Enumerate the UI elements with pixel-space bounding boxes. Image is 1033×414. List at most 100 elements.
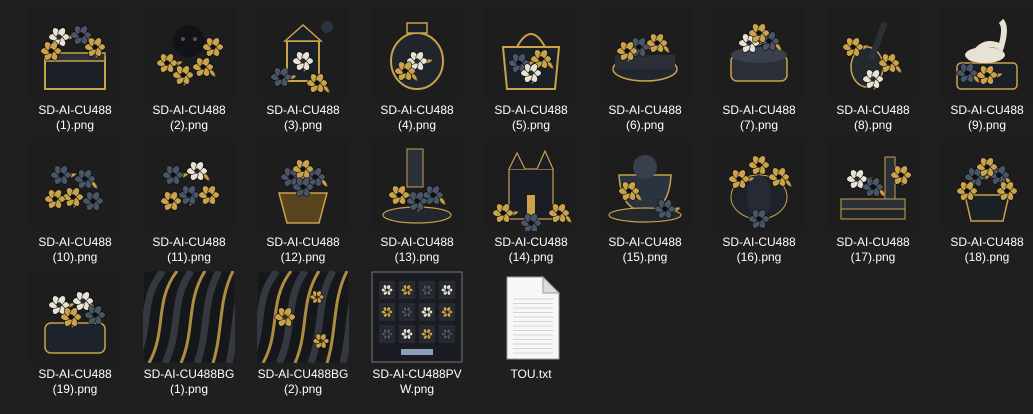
satin-background-floral-icon [257,271,349,363]
file-item[interactable]: SD-AI-CU488 (12).png [246,136,360,268]
file-name: SD-AI-CU488 (3).png [249,103,357,133]
file-item[interactable]: SD-AI-CU488 (17).png [816,136,930,268]
floral-cake-icon [713,7,805,99]
file-name: SD-AI-CU488 (4).png [363,103,471,133]
file-item[interactable]: SD-AI-CU488 (16).png [702,136,816,268]
swan-box-icon [941,7,1033,99]
handbag-flowers-icon [485,7,577,99]
file-name: SD-AI-CU488 (12).png [249,235,357,265]
file-name-line-1: SD-AI-CU488 [494,235,568,249]
file-name-line-2: (2).png [283,382,323,396]
cupcake-flowers-icon [257,139,349,231]
file-name: SD-AI-CU488 (10).png [21,235,129,265]
file-name-line-1: SD-AI-CU488 [38,235,112,249]
file-item[interactable]: SD-AI-CU488 (1).png [18,4,132,136]
file-name-line-1: SD-AI-CU488BG [143,367,235,381]
jar-flower-icon [371,7,463,99]
flower-pot-icon [941,139,1033,231]
file-item[interactable]: SD-AI-CU488 (4).png [360,4,474,136]
file-name: SD-AI-CU488 (6).png [591,103,699,133]
file-name: SD-AI-CU488PV W.png [363,367,471,397]
file-name-line-1: SD-AI-CU488 [38,367,112,381]
flower-box-icon [29,271,121,363]
flower-cluster-icon [29,139,121,231]
file-name-line-2: (9).png [967,118,1007,132]
file-name: SD-AI-CU488 (1).png [21,103,129,133]
poodle-flowers-icon [143,7,235,99]
file-name-line-1: SD-AI-CU488 [152,103,226,117]
file-item[interactable]: SD-AI-CU488 (14).png [474,136,588,268]
file-name: SD-AI-CU488 (17).png [819,235,927,265]
rose-cake-icon [599,7,691,99]
file-name-line-2: (10).png [52,250,98,264]
file-name-line-2: (8).png [853,118,893,132]
file-item[interactable]: SD-AI-CU488 (2).png [132,4,246,136]
file-item[interactable]: SD-AI-CU488BG (2).png [246,268,360,400]
guitar-flowers-icon [827,7,919,99]
satin-background-icon [143,271,235,363]
preview-collage-icon [371,271,463,363]
file-name: SD-AI-CU488 (15).png [591,235,699,265]
file-name-line-2: (12).png [280,250,326,264]
guitar-flowers-icon [827,7,919,99]
file-name: SD-AI-CU488 (8).png [819,103,927,133]
candle-flowers-icon [371,139,463,231]
candle-flowers-icon [371,139,463,231]
file-item[interactable]: SD-AI-CU488 (9).png [930,4,1033,136]
pumpkin-flowers-icon [713,139,805,231]
file-name-line-1: SD-AI-CU488 [836,103,910,117]
rose-cake-icon [599,7,691,99]
flower-bouquet-icon [143,139,235,231]
file-item[interactable]: SD-AI-CU488 (11).png [132,136,246,268]
file-name: SD-AI-CU488BG (1).png [135,367,243,397]
file-item[interactable]: SD-AI-CU488 (6).png [588,4,702,136]
file-name-line-2: (5).png [511,118,551,132]
castle-icon [485,139,577,231]
file-name-line-1: SD-AI-CU488 [950,103,1024,117]
flower-cluster-icon [29,139,121,231]
books-flowers-icon [827,139,919,231]
floral-cake-icon [713,7,805,99]
file-item[interactable]: SD-AI-CU488BG (1).png [132,268,246,400]
file-item[interactable]: SD-AI-CU488 (19).png [18,268,132,400]
file-name: SD-AI-CU488 (16).png [705,235,813,265]
satin-background-icon [143,271,235,363]
file-name-line-2: (19).png [52,382,98,396]
file-item[interactable]: SD-AI-CU488 (15).png [588,136,702,268]
file-name-line-2: (7).png [739,118,779,132]
file-name-line-2: (16).png [736,250,782,264]
file-item[interactable]: SD-AI-CU488 (13).png [360,136,474,268]
file-item[interactable]: SD-AI-CU488 (3).png [246,4,360,136]
text-document-icon [485,271,577,363]
file-name-line-2: (14).png [508,250,554,264]
file-item[interactable]: SD-AI-CU488 (10).png [18,136,132,268]
file-item[interactable]: SD-AI-CU488PV W.png [360,268,474,400]
file-item[interactable]: SD-AI-CU488 (7).png [702,4,816,136]
handbag-flowers-icon [485,7,577,99]
flower-box-icon [29,271,121,363]
satin-background-floral-icon [257,271,349,363]
ornate-chest-icon [29,7,121,99]
text-document-icon [506,275,561,360]
flower-pot-icon [941,139,1033,231]
file-item[interactable]: SD-AI-CU488 (18).png [930,136,1033,268]
file-name-line-1: SD-AI-CU488 [722,235,796,249]
file-item[interactable]: SD-AI-CU488 (5).png [474,4,588,136]
lantern-bird-icon [257,7,349,99]
pumpkin-flowers-icon [713,139,805,231]
file-item[interactable]: SD-AI-CU488 (8).png [816,4,930,136]
file-name-line-1: SD-AI-CU488 [380,103,454,117]
books-flowers-icon [827,139,919,231]
teacup-poodle-icon [599,139,691,231]
file-name: SD-AI-CU488 (13).png [363,235,471,265]
file-name-line-2: (13).png [394,250,440,264]
file-name-line-1: SD-AI-CU488 [608,103,682,117]
file-name: SD-AI-CU488 (5).png [477,103,585,133]
file-name-line-1: TOU.txt [510,367,552,381]
file-name-line-2: (18).png [964,250,1010,264]
file-name-line-2: (1).png [169,382,209,396]
jar-flower-icon [371,7,463,99]
file-name: SD-AI-CU488 (2).png [135,103,243,133]
file-item-tou-txt[interactable]: TOU.txt [474,268,588,400]
file-name: SD-AI-CU488 (9).png [933,103,1033,133]
